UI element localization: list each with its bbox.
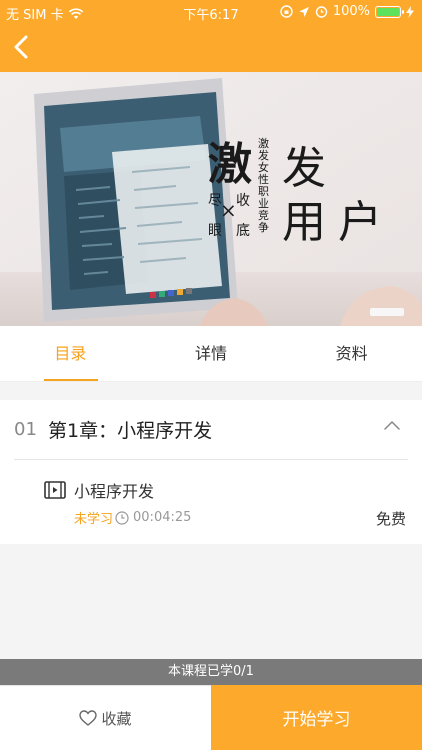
hero-cross: × bbox=[220, 198, 237, 222]
lesson-item[interactable]: 小程序开发 未学习 00:04:25 免费 bbox=[44, 478, 406, 538]
price-label: 免费 bbox=[375, 510, 406, 528]
start-learning-button[interactable]: 开始学习 bbox=[211, 685, 422, 750]
chevron-up-icon[interactable] bbox=[380, 414, 404, 438]
course-banner: 激 发 用 户 尽 眼 收 底 × 激发女性职业竞争 bbox=[0, 72, 422, 326]
battery-icon bbox=[375, 5, 404, 18]
hero-small-char: 眼 bbox=[208, 223, 222, 239]
tab-materials[interactable]: 资料 bbox=[281, 326, 422, 381]
study-status: 未学习 bbox=[74, 512, 114, 527]
tab-details[interactable]: 详情 bbox=[141, 326, 282, 381]
battery-percent: 100% bbox=[332, 4, 370, 19]
hero-title-char: 户 bbox=[338, 197, 382, 248]
top-bar: 无 SIM 卡 下午6:17 100% bbox=[0, 0, 422, 72]
status-bar: 无 SIM 卡 下午6:17 100% bbox=[0, 0, 422, 24]
location-icon bbox=[298, 6, 309, 17]
hero-small-char: 收 bbox=[236, 193, 250, 209]
tab-bar: 目录 详情 资料 bbox=[0, 326, 422, 382]
lesson-title: 小程序开发 bbox=[74, 482, 155, 501]
alarm-icon bbox=[315, 6, 328, 18]
clock-icon bbox=[115, 510, 129, 525]
chapter-number: 01 bbox=[14, 419, 37, 440]
hero-small-char: 底 bbox=[236, 223, 250, 239]
video-icon bbox=[44, 481, 66, 499]
chapter-title: 第1章：小程序开发 bbox=[48, 420, 213, 442]
tab-catalog[interactable]: 目录 bbox=[0, 326, 141, 381]
favorite-button[interactable]: 收藏 bbox=[0, 685, 211, 750]
battery-fill bbox=[377, 7, 399, 16]
hero-title-char: 激 bbox=[208, 139, 252, 190]
heart-icon bbox=[79, 710, 98, 726]
back-button[interactable] bbox=[6, 30, 36, 64]
chevron-left-icon bbox=[14, 35, 28, 59]
chapter-header[interactable]: 01 第1章：小程序开发 bbox=[14, 400, 408, 460]
favorite-label: 收藏 bbox=[101, 709, 132, 728]
bottom-action-bar: 收藏 开始学习 bbox=[0, 685, 422, 750]
charging-icon bbox=[406, 5, 414, 18]
hero-title-char: 用 bbox=[282, 197, 326, 248]
progress-bar-text: 本课程已学0/1 bbox=[0, 659, 422, 685]
hero-vertical-text: 激发女性职业竞争 bbox=[258, 137, 269, 234]
chapter-card: 01 第1章：小程序开发 小程序开发 未学习 00:04:25 免费 bbox=[0, 400, 422, 544]
rotation-lock-icon bbox=[280, 5, 293, 18]
lesson-duration: 00:04:25 bbox=[133, 510, 192, 525]
